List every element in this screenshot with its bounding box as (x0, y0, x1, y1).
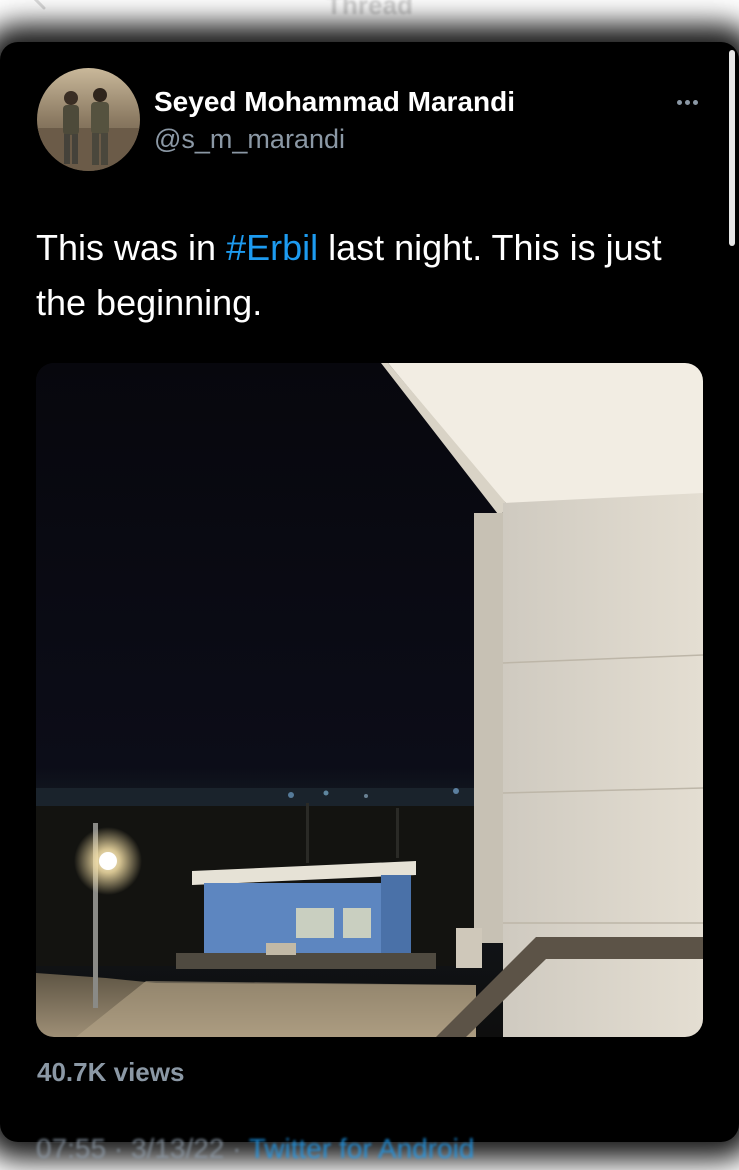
scrollbar[interactable] (729, 50, 735, 246)
avatar[interactable] (37, 68, 140, 171)
view-count: 40.7K views (37, 1057, 185, 1087)
hashtag-link[interactable]: #Erbil (226, 227, 318, 268)
author-name[interactable]: Seyed Mohammad Marandi (154, 86, 515, 118)
tweet-timestamp: 07:55 · 3/13/22 · (36, 1133, 249, 1164)
tweet-source-link[interactable]: Twitter for Android (249, 1133, 475, 1164)
page-title: Thread (326, 0, 413, 20)
tweet-meta: 07:55 · 3/13/22 · Twitter for Android (36, 1133, 474, 1165)
video-frame (36, 363, 703, 1037)
more-horizontal-icon[interactable] (672, 92, 702, 112)
video-player[interactable] (36, 363, 703, 1037)
tweet-text-before: This was in (36, 227, 227, 268)
author-handle[interactable]: @s_m_marandi (154, 124, 345, 155)
tweet-text: This was in #Erbil last night. This is j… (36, 220, 696, 330)
top-bar: Thread (0, 0, 739, 40)
screen: Thread Seyed Mohammad Marandi @s_m_maran… (0, 0, 739, 1170)
